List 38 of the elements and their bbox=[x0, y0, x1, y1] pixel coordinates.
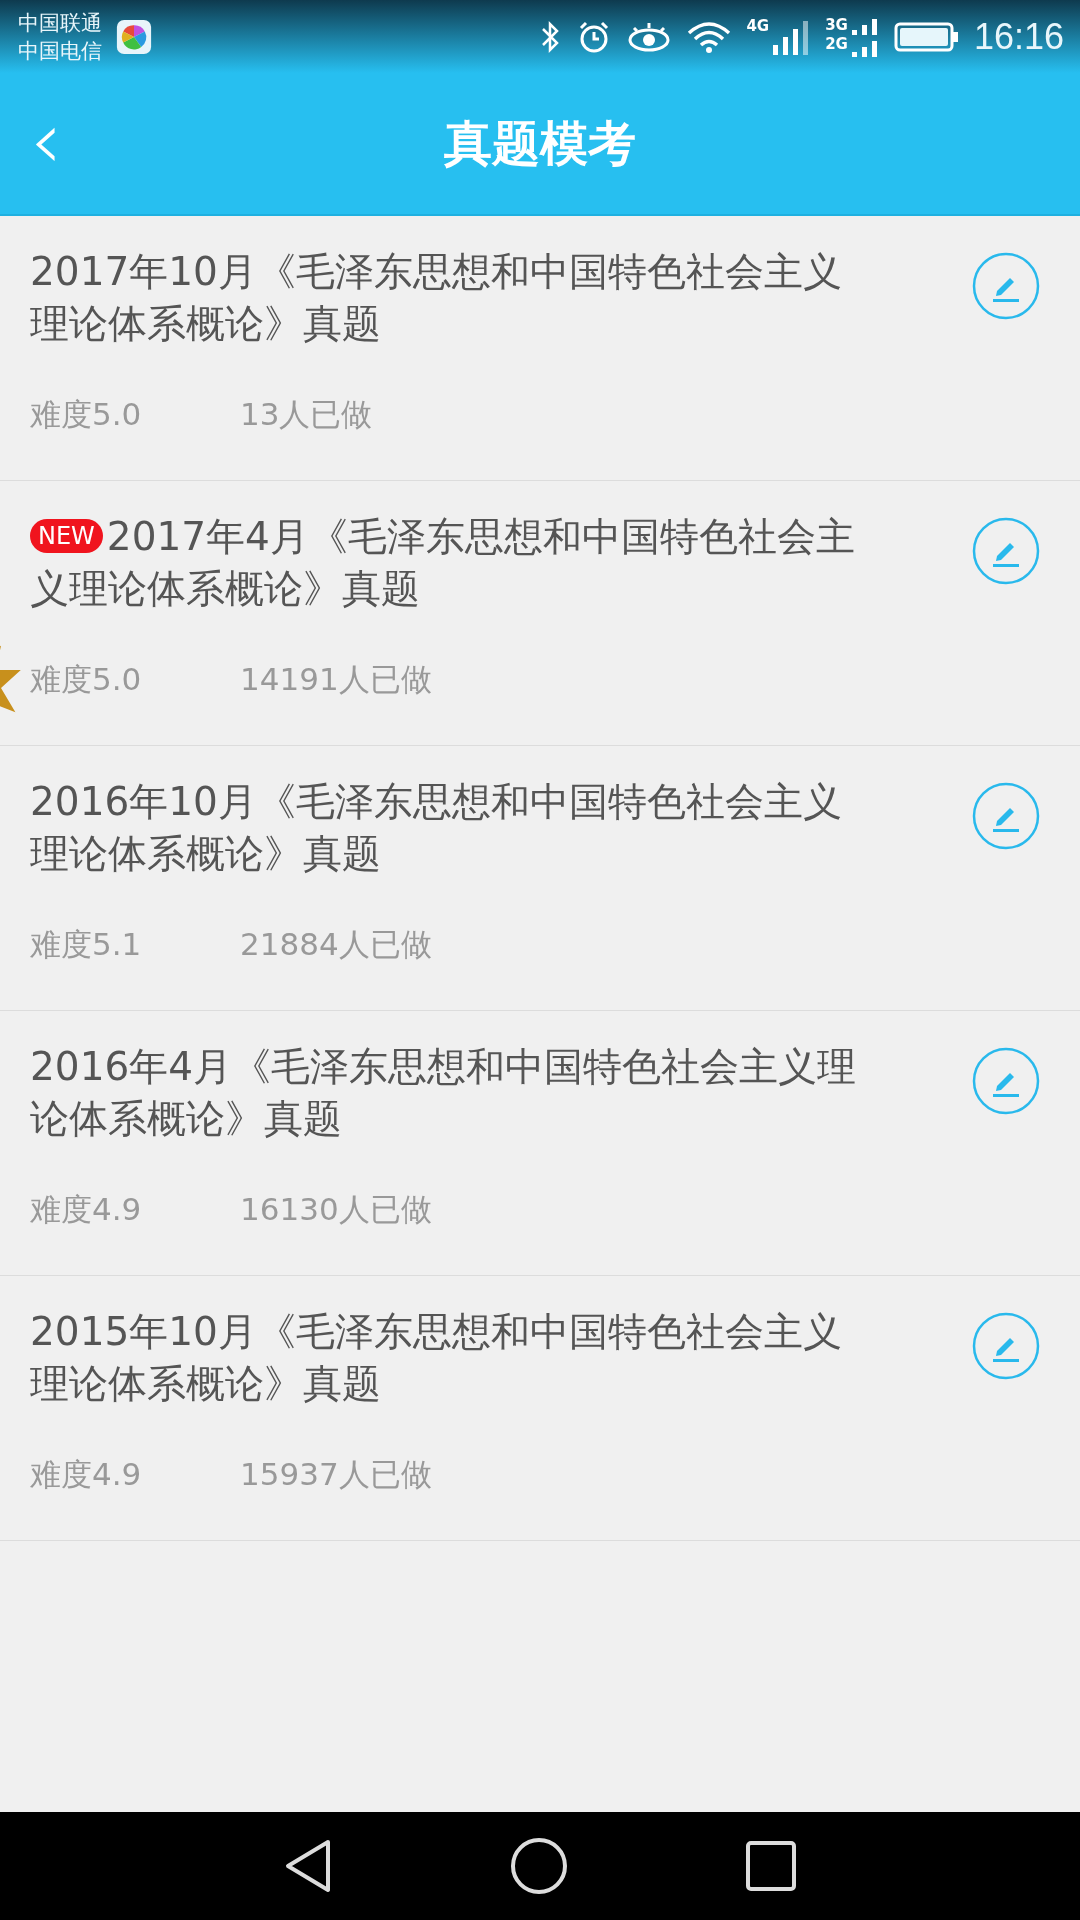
pencil-icon[interactable] bbox=[972, 517, 1040, 585]
attempt-count: 14191人已做 bbox=[240, 660, 432, 699]
difficulty-label: 难度5.0 bbox=[30, 660, 143, 699]
exam-title: 2016年4月《毛泽东思想和中国特色社会主义理论体系概论》真题 bbox=[30, 1043, 858, 1143]
page-title: 真题模考 bbox=[444, 113, 636, 173]
exam-title: 2015年10月《毛泽东思想和中国特色社会主义理论体系概论》真题 bbox=[30, 1308, 843, 1408]
pencil-icon[interactable] bbox=[972, 782, 1040, 850]
difficulty-label: 难度5.1 bbox=[30, 925, 143, 964]
attempt-count: 15937人已做 bbox=[240, 1455, 432, 1494]
new-badge: NEW bbox=[30, 519, 103, 553]
pencil-icon[interactable] bbox=[972, 252, 1040, 320]
app-icon bbox=[116, 18, 152, 55]
carrier-name: 中国电信 bbox=[18, 37, 102, 65]
network-label: 3G bbox=[825, 15, 848, 35]
exam-title: 2017年10月《毛泽东思想和中国特色社会主义理论体系概论》真题 bbox=[30, 248, 843, 348]
back-nav-icon[interactable] bbox=[283, 1838, 333, 1894]
exam-title: NEW 2017年4月《毛泽东思想和中国特色社会主义理论体系概论》真题 bbox=[30, 513, 856, 613]
network-label: 2G bbox=[825, 34, 848, 54]
home-nav-icon[interactable] bbox=[509, 1836, 569, 1896]
difficulty-label: 难度5.0 bbox=[30, 395, 143, 434]
carrier-name: 中国联通 bbox=[18, 9, 102, 37]
exam-list-item[interactable]: 2017年10月《毛泽东思想和中国特色社会主义理论体系概论》真题 难度5.0 13人已做 bbox=[0, 216, 1080, 481]
recents-nav-icon[interactable] bbox=[745, 1840, 797, 1892]
attempt-count: 16130人已做 bbox=[240, 1190, 432, 1229]
exam-title: 2016年10月《毛泽东思想和中国特色社会主义理论体系概论》真题 bbox=[30, 778, 843, 878]
network-label: 4G bbox=[746, 16, 770, 36]
exam-list-item[interactable]: 2016年4月《毛泽东思想和中国特色社会主义理论体系概论》真题 难度4.9 16130人已做 bbox=[0, 1011, 1080, 1276]
pencil-icon[interactable] bbox=[972, 1047, 1040, 1115]
clock-time: 16:16 bbox=[973, 15, 1064, 58]
battery-icon bbox=[893, 20, 960, 53]
exam-list-item[interactable]: NEW 2017年4月《毛泽东思想和中国特色社会主义理论体系概论》真题 难度5.0 14191人已做 bbox=[0, 481, 1080, 746]
difficulty-label: 难度4.9 bbox=[30, 1190, 143, 1229]
exam-list-item[interactable]: 2016年10月《毛泽东思想和中国特色社会主义理论体系概论》真题 难度5.1 21884人已做 bbox=[0, 746, 1080, 1011]
difficulty-label: 难度4.9 bbox=[30, 1455, 143, 1494]
pencil-icon[interactable] bbox=[972, 1312, 1040, 1380]
attempt-count: 21884人已做 bbox=[240, 925, 432, 964]
attempt-count: 13人已做 bbox=[240, 395, 373, 434]
exam-list-item[interactable]: 2015年10月《毛泽东思想和中国特色社会主义理论体系概论》真题 难度4.9 15937人已做 bbox=[0, 1276, 1080, 1541]
